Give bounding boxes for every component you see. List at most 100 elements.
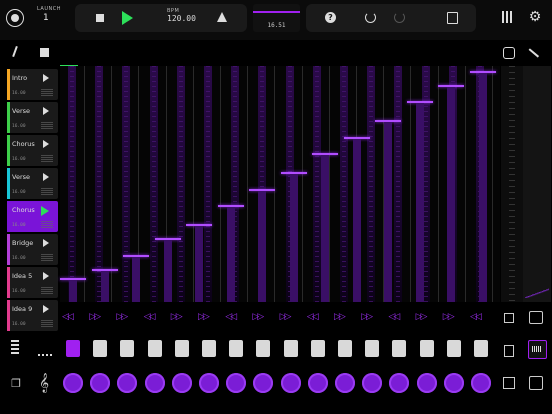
step-column[interactable] (176, 66, 185, 302)
position-display[interactable]: 16.51 (253, 4, 300, 32)
follow-toggle[interactable] (528, 47, 540, 59)
direction-arrow-icon[interactable]: ▷▷ (443, 312, 455, 322)
redo-button[interactable] (394, 12, 405, 23)
trigger-button[interactable] (199, 373, 219, 393)
trigger-button[interactable] (362, 373, 383, 393)
clef-button[interactable]: 𝄞 (38, 373, 50, 393)
launch-value[interactable]: 1 (43, 13, 49, 23)
trigger-button[interactable] (90, 373, 111, 393)
save-button[interactable] (447, 12, 458, 24)
trigger-button[interactable] (443, 373, 464, 393)
scroll-track[interactable] (501, 66, 523, 302)
trigger-button[interactable] (389, 373, 410, 393)
play-icon[interactable] (43, 272, 49, 280)
step-pad[interactable] (446, 340, 461, 357)
step-pad[interactable] (283, 340, 298, 357)
direction-arrow-icon[interactable]: ◁◁ (225, 312, 237, 322)
step-grid[interactable] (60, 66, 500, 302)
direction-arrow-icon[interactable]: ◁◁ (62, 312, 74, 322)
direction-arrow-icon[interactable]: ▷▷ (416, 312, 428, 322)
play-icon[interactable] (43, 305, 49, 313)
keyboard-button[interactable] (503, 377, 515, 389)
undo-button[interactable] (365, 12, 376, 23)
direction-arrow-icon[interactable]: ◁◁ (388, 312, 400, 322)
direction-arrow-icon[interactable]: ▷▷ (116, 312, 128, 322)
loop-toggle[interactable] (503, 47, 515, 59)
step-column[interactable] (312, 66, 321, 302)
direction-arrow-icon[interactable]: ▷▷ (252, 312, 264, 322)
step-column[interactable] (367, 66, 376, 302)
step-pad[interactable] (93, 340, 108, 357)
record-button[interactable] (6, 9, 24, 27)
step-pad[interactable] (419, 340, 434, 357)
note-length-button[interactable] (38, 348, 52, 356)
direction-arrow-icon[interactable]: ◁◁ (470, 312, 482, 322)
play-icon[interactable] (43, 173, 49, 181)
step-pad[interactable] (229, 340, 244, 357)
sequence-view-button[interactable] (528, 340, 547, 359)
warning-button[interactable] (217, 12, 227, 22)
play-icon[interactable] (43, 239, 49, 247)
step-column[interactable] (95, 66, 104, 302)
trigger-button[interactable] (416, 373, 437, 393)
step-pad[interactable] (474, 340, 488, 357)
scene-item[interactable]: Verse 16.00 (7, 102, 58, 133)
library-button[interactable] (502, 11, 514, 23)
trigger-button[interactable] (335, 373, 355, 393)
copy-button[interactable]: ❐ (10, 377, 22, 390)
pencil-tool[interactable] (12, 45, 18, 58)
trigger-button[interactable] (63, 373, 83, 393)
trigger-button[interactable] (117, 373, 138, 393)
help-button[interactable]: ? (325, 12, 336, 23)
trigger-button[interactable] (471, 373, 491, 393)
scene-item[interactable]: Chorus 16.00 (7, 201, 58, 232)
direction-arrow-icon[interactable]: ▷▷ (280, 312, 292, 322)
velocity-toggle[interactable] (11, 340, 19, 354)
trigger-button[interactable] (144, 373, 165, 393)
step-pad[interactable] (256, 340, 271, 357)
scene-item[interactable]: Chorus 16.00 (7, 135, 58, 166)
step-column[interactable] (149, 66, 158, 302)
trigger-button[interactable] (226, 373, 247, 393)
direction-arrow-icon[interactable]: ▷▷ (361, 312, 373, 322)
scene-item[interactable]: Bridge 16.00 (7, 234, 58, 265)
step-column[interactable] (394, 66, 403, 302)
scene-item[interactable]: Idea 9 16.00 (7, 300, 58, 331)
play-icon[interactable] (43, 74, 49, 82)
step-pad[interactable] (202, 340, 216, 357)
trigger-button[interactable] (253, 373, 274, 393)
scene-item[interactable]: Idea 5 16.00 (7, 267, 58, 298)
direction-arrow-icon[interactable]: ▷▷ (334, 312, 346, 322)
step-pad[interactable] (310, 340, 325, 357)
direction-arrow-icon[interactable]: ◁◁ (144, 312, 156, 322)
play-icon[interactable] (43, 107, 49, 115)
direction-arrow-icon[interactable]: ▷▷ (171, 312, 183, 322)
step-pad[interactable] (338, 340, 352, 357)
step-pad[interactable] (66, 340, 80, 357)
piano-roll-button[interactable] (529, 311, 543, 324)
direction-arrow-icon[interactable]: ▷▷ (89, 312, 101, 322)
step-pad[interactable] (174, 340, 189, 357)
mixer-button[interactable] (504, 345, 514, 357)
step-pad[interactable] (365, 340, 380, 357)
stop-button[interactable] (96, 14, 104, 22)
trigger-button[interactable] (280, 373, 301, 393)
step-column[interactable] (204, 66, 212, 302)
scene-item[interactable]: Verse 16.00 (7, 168, 58, 199)
pads-view-button[interactable] (529, 376, 543, 390)
select-tool[interactable] (40, 48, 49, 57)
play-icon[interactable] (43, 140, 49, 148)
step-pad[interactable] (147, 340, 162, 357)
scene-item[interactable]: Intro 16.00 (7, 69, 58, 100)
direction-arrow-icon[interactable]: ◁◁ (307, 312, 319, 322)
trigger-button[interactable] (307, 373, 328, 393)
grid-resize-button[interactable] (504, 313, 514, 323)
step-column[interactable] (340, 66, 348, 302)
settings-button[interactable]: ⚙ (528, 9, 542, 25)
bpm-value[interactable]: 120.00 (167, 14, 196, 23)
step-column[interactable] (122, 66, 131, 302)
step-pad[interactable] (120, 340, 135, 357)
trigger-button[interactable] (171, 373, 192, 393)
play-button[interactable] (122, 11, 133, 25)
direction-arrow-icon[interactable]: ▷▷ (198, 312, 210, 322)
